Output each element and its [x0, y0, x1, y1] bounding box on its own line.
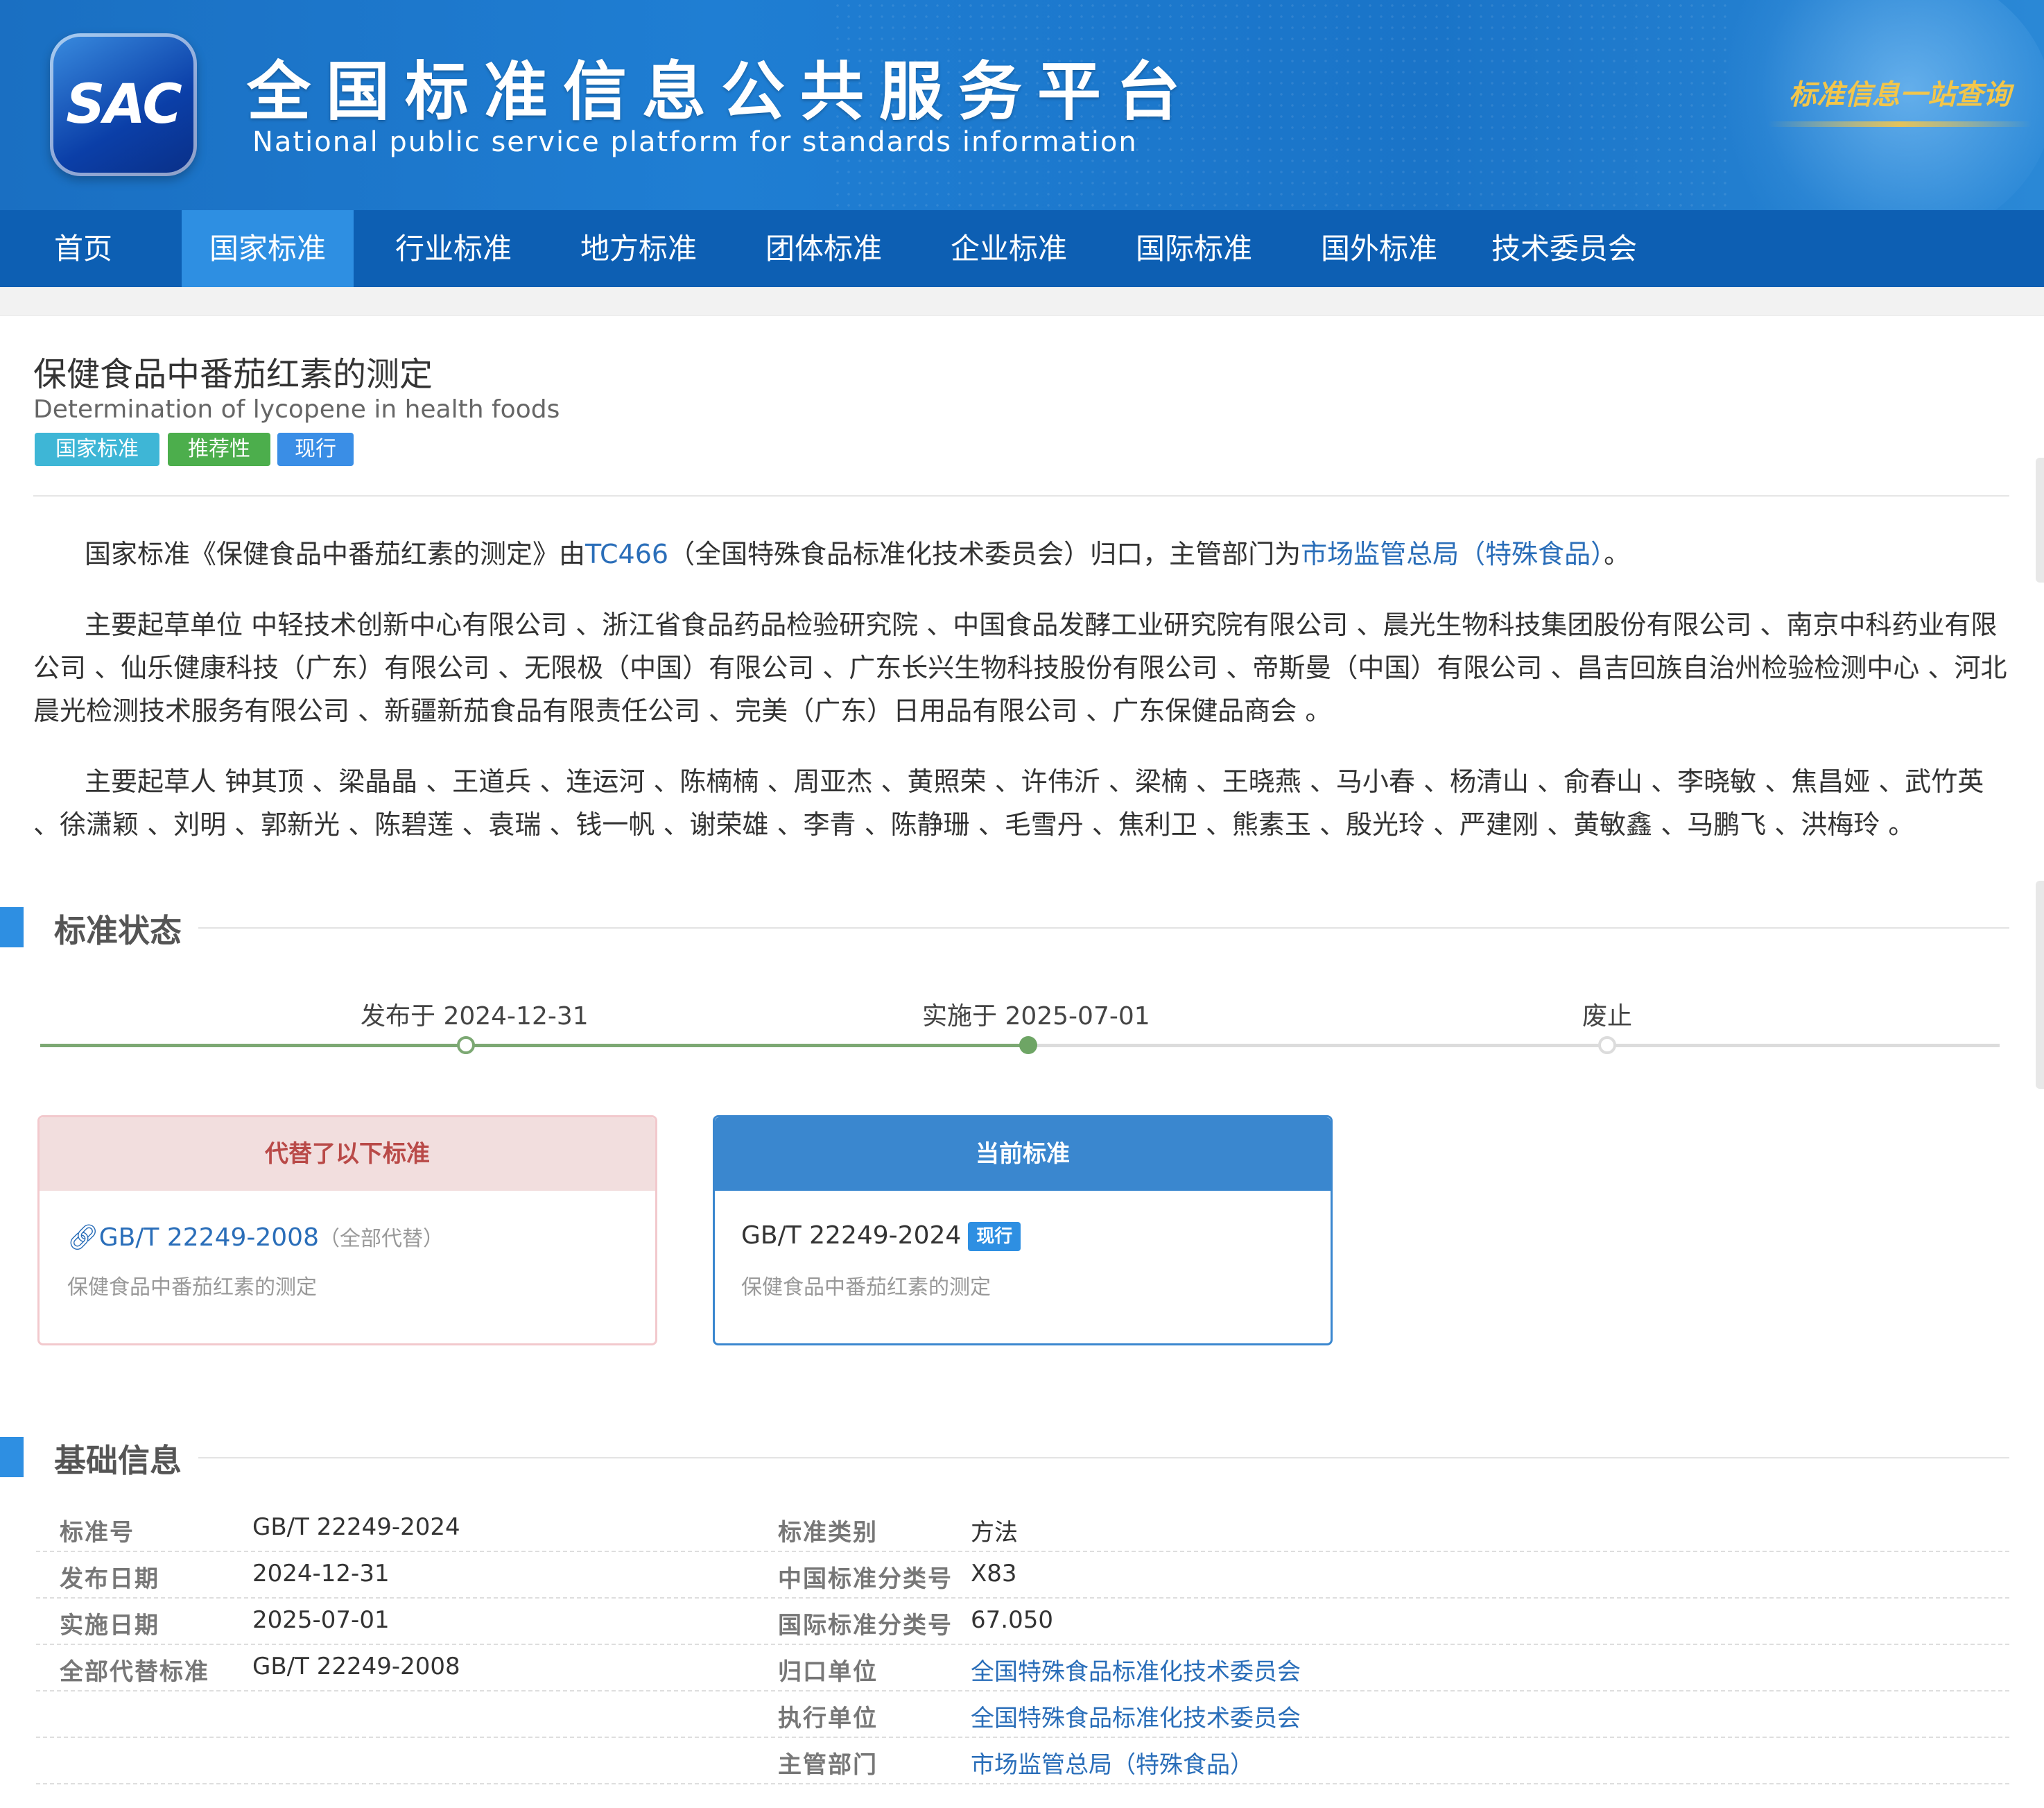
- info-label: 实施日期: [60, 1612, 159, 1639]
- status-section-title: 标准状态: [54, 912, 182, 949]
- timeline-label-abolished: 废止: [1582, 1002, 1633, 1031]
- info-label: 主管部门: [778, 1751, 878, 1779]
- timeline-dot-abolished: [1598, 1036, 1616, 1054]
- current-standard-card: 当前标准 GB/T 22249-2024 现行 保健食品中番茄红素的测定: [713, 1115, 1333, 1345]
- intro-paragraph: 国家标准《保健食品中番茄红素的测定》由TC466（全国特殊食品标准化技术委员会）…: [33, 533, 2009, 576]
- timeline-progress: [40, 1044, 1029, 1047]
- site-slogan: 标准信息一站查询: [1789, 78, 2011, 111]
- replaced-standard-note: （全部代替）: [319, 1227, 444, 1251]
- info-row: 执行单位 全国特殊食品标准化技术委员会: [36, 1691, 2009, 1738]
- drafting-units-paragraph: 主要起草单位 中轻技术创新中心有限公司 、浙江省食品药品检验研究院 、中国食品发…: [33, 610, 2007, 726]
- info-label: 标准号: [60, 1519, 135, 1547]
- standard-title: 保健食品中番茄红素的测定: [33, 355, 433, 394]
- section-marker: [0, 907, 24, 947]
- replaced-card-header: 代替了以下标准: [40, 1117, 655, 1191]
- standard-title-english: Determination of lycopene in health food…: [33, 395, 560, 424]
- header-banner: SAC 全国标准信息公共服务平台 National public service…: [0, 0, 2044, 210]
- info-row: 实施日期 2025-07-01 国际标准分类号 67.050: [36, 1598, 2009, 1645]
- intro-text-mid: （全国特殊食品标准化技术委员会）归口，主管部门为: [668, 539, 1301, 569]
- nav-item-national[interactable]: 国家标准: [182, 210, 354, 287]
- nav-item-international[interactable]: 国际标准: [1108, 210, 1280, 287]
- nav-item-group[interactable]: 团体标准: [738, 210, 910, 287]
- link-icon: 🔗︎: [67, 1223, 99, 1252]
- info-value: X83: [971, 1560, 1017, 1587]
- info-value: 2024-12-31: [252, 1560, 390, 1587]
- timeline-remaining: [1029, 1044, 2000, 1047]
- nav-item-foreign[interactable]: 国外标准: [1293, 210, 1465, 287]
- site-subtitle: National public service platform for sta…: [252, 126, 1138, 158]
- info-label: 归口单位: [778, 1658, 878, 1686]
- intro-text-suffix: 。: [1604, 539, 1631, 569]
- info-value: 2025-07-01: [252, 1606, 390, 1634]
- slogan-underline: [1768, 121, 2032, 127]
- scroll-edge: [2036, 458, 2044, 583]
- info-row: 发布日期 2024-12-31 中国标准分类号 X83: [36, 1551, 2009, 1599]
- info-label: 执行单位: [778, 1705, 878, 1732]
- replaced-standards-card: 代替了以下标准 🔗︎GB/T 22249-2008（全部代替） 保健食品中番茄红…: [37, 1115, 657, 1345]
- department-link[interactable]: 市场监管总局（特殊食品）: [1301, 539, 1604, 569]
- info-label: 全部代替标准: [60, 1658, 209, 1686]
- main-nav: 首页 国家标准 行业标准 地方标准 团体标准 企业标准 国际标准 国外标准 技术…: [0, 210, 2044, 287]
- nav-item-enterprise[interactable]: 企业标准: [923, 210, 1095, 287]
- title-divider: [33, 495, 2009, 497]
- nav-item-local[interactable]: 地方标准: [553, 210, 725, 287]
- info-value: GB/T 22249-2008: [252, 1653, 460, 1680]
- replaced-standard-code[interactable]: GB/T 22249-2008: [99, 1223, 319, 1252]
- info-label: 发布日期: [60, 1565, 159, 1593]
- info-row: 标准号 GB/T 22249-2024 标准类别 方法: [36, 1505, 2009, 1552]
- basic-info-section-title: 基础信息: [54, 1442, 182, 1479]
- info-value: GB/T 22249-2024: [252, 1513, 460, 1541]
- timeline-label-published: 发布于 2024-12-31: [361, 1002, 589, 1031]
- replaced-standard-name: 保健食品中番茄红素的测定: [67, 1275, 317, 1300]
- timeline-dot-published: [457, 1036, 475, 1054]
- section-line: [198, 927, 2009, 929]
- scroll-edge: [2036, 881, 2044, 1089]
- intro-text-prefix: 国家标准《保健食品中番茄红素的测定》由: [85, 539, 586, 569]
- info-value: 67.050: [971, 1606, 1053, 1634]
- nav-item-home[interactable]: 首页: [0, 210, 166, 287]
- sub-bar: [0, 287, 2044, 316]
- replaced-standard-link[interactable]: 🔗︎GB/T 22249-2008（全部代替）: [67, 1221, 444, 1252]
- nav-item-industry[interactable]: 行业标准: [367, 210, 539, 287]
- timeline-dot-implemented: [1019, 1036, 1037, 1054]
- info-row: 主管部门 市场监管总局（特殊食品）: [36, 1737, 2009, 1784]
- current-standard-code: GB/T 22249-2024: [741, 1221, 962, 1250]
- tag-current: 现行: [277, 433, 354, 466]
- logo-text: SAC: [66, 74, 182, 136]
- tag-recommended: 推荐性: [168, 433, 270, 466]
- section-marker: [0, 1437, 24, 1477]
- current-standard-name: 保健食品中番茄红素的测定: [741, 1275, 991, 1300]
- tag-national-standard: 国家标准: [35, 433, 159, 466]
- info-link[interactable]: 全国特殊食品标准化技术委员会: [971, 1653, 1301, 1687]
- drafters-paragraph: 主要起草人 钟其顶 、梁晶晶 、王道兵 、连运河 、陈楠楠 、周亚杰 、黄照荣 …: [33, 766, 1984, 840]
- info-link[interactable]: 市场监管总局（特殊食品）: [971, 1746, 1254, 1780]
- current-card-header: 当前标准: [715, 1117, 1331, 1191]
- current-status-badge: 现行: [968, 1222, 1021, 1251]
- nav-item-committee[interactable]: 技术委员会: [1477, 210, 1652, 287]
- current-standard-code-line: GB/T 22249-2024 现行: [741, 1221, 1021, 1251]
- info-link[interactable]: 全国特殊食品标准化技术委员会: [971, 1699, 1301, 1733]
- info-row: 全部代替标准 GB/T 22249-2008 归口单位 全国特殊食品标准化技术委…: [36, 1644, 2009, 1691]
- info-label: 标准类别: [778, 1519, 878, 1547]
- tc-link[interactable]: TC466: [585, 539, 668, 569]
- section-line: [198, 1457, 2009, 1458]
- info-label: 中国标准分类号: [778, 1565, 953, 1593]
- info-value: 方法: [971, 1519, 1018, 1547]
- timeline-label-implemented: 实施于 2025-07-01: [922, 1002, 1150, 1031]
- sac-logo[interactable]: SAC: [50, 33, 197, 176]
- site-title: 全国标准信息公共服务平台: [247, 55, 1196, 129]
- info-label: 国际标准分类号: [778, 1612, 953, 1639]
